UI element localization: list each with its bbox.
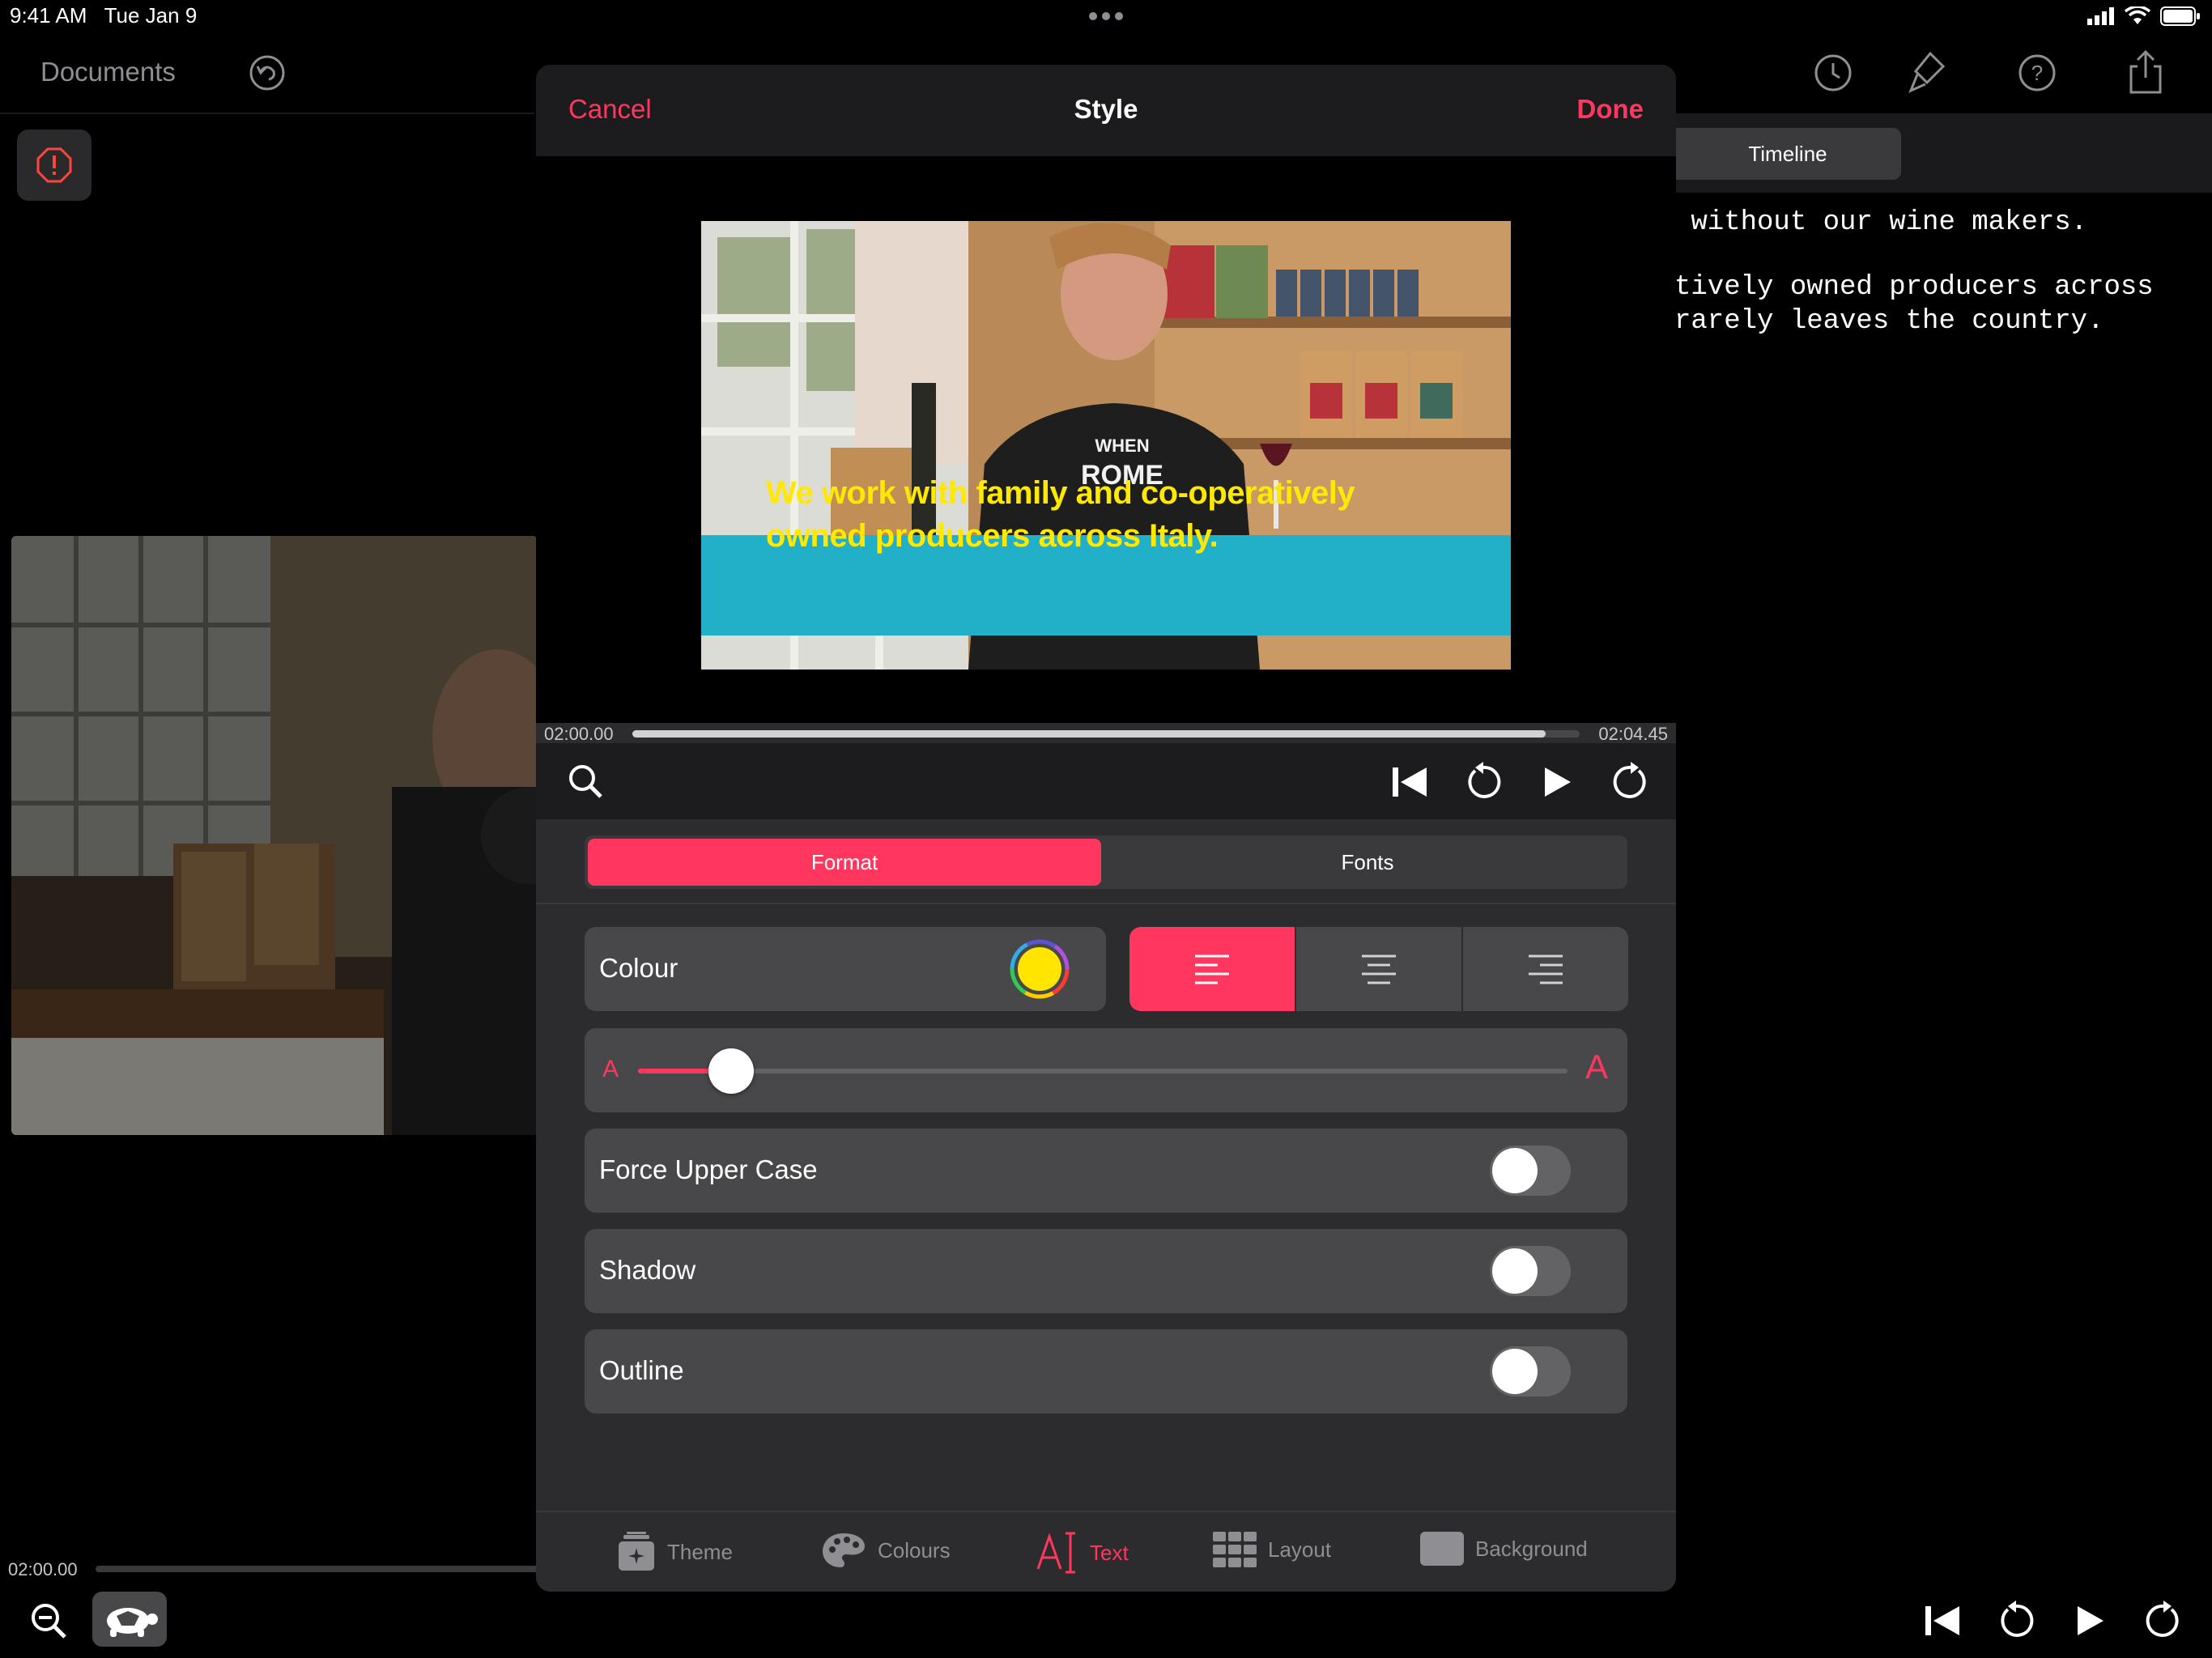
undo-icon[interactable] xyxy=(248,53,287,92)
script-line-3[interactable]: rarely leaves the country. xyxy=(1674,306,2104,337)
status-date: Tue Jan 9 xyxy=(104,3,198,28)
background-video-preview xyxy=(11,536,538,1135)
align-right-icon xyxy=(1527,953,1564,985)
header-divider xyxy=(0,113,534,114)
script-line-1[interactable]: without our wine makers. xyxy=(1674,207,2087,238)
wifi-icon xyxy=(2125,6,2150,26)
force-upper-case-toggle[interactable] xyxy=(1490,1146,1571,1196)
background-timestamp: 02:00.00 xyxy=(8,1559,78,1579)
skip-to-start-icon[interactable] xyxy=(1924,1605,1961,1637)
status-clock: 9:41 AM xyxy=(10,3,87,28)
toggle-knob xyxy=(1492,1148,1538,1193)
align-left-button[interactable] xyxy=(1129,927,1295,1011)
bottom-toolbar xyxy=(0,1583,2212,1658)
force-upper-case-row[interactable]: Force Upper Case xyxy=(585,1129,1627,1213)
status-indicators xyxy=(2087,6,2201,26)
colour-label: Colour xyxy=(599,953,678,983)
shadow-toggle[interactable] xyxy=(1490,1246,1571,1296)
done-button[interactable]: Done xyxy=(1577,94,1644,125)
tab-fonts[interactable]: Fonts xyxy=(1111,839,1624,886)
playback-progress xyxy=(632,730,1546,738)
theme-icon xyxy=(617,1532,656,1572)
text-size-slider[interactable] xyxy=(638,1069,1568,1073)
multitasking-dots-icon[interactable] xyxy=(1088,11,1124,21)
text-alignment-control xyxy=(1129,927,1628,1011)
outline-toggle[interactable] xyxy=(1490,1346,1571,1397)
documents-button[interactable]: Documents xyxy=(40,57,176,87)
caption-line-2: owned producers across Italy. xyxy=(766,518,1219,554)
tab-text[interactable]: Text xyxy=(1036,1532,1129,1574)
alert-octagon-icon xyxy=(35,146,74,185)
colour-swatch[interactable] xyxy=(1009,938,1070,1000)
palette-icon xyxy=(821,1532,866,1569)
tab-background[interactable]: Background xyxy=(1420,1532,1588,1566)
force-upper-case-label: Force Upper Case xyxy=(599,1154,818,1184)
tab-layout-label: Layout xyxy=(1268,1537,1332,1562)
modal-title: Style xyxy=(1074,94,1138,124)
player-controls xyxy=(536,743,1676,819)
align-left-icon xyxy=(1193,953,1231,985)
history-icon[interactable] xyxy=(1812,52,1854,94)
align-right-button[interactable] xyxy=(1463,927,1628,1011)
play-icon[interactable] xyxy=(2074,1605,2107,1637)
format-fonts-segmented-control: Format Fonts xyxy=(585,835,1627,889)
brush-icon[interactable] xyxy=(1906,50,1948,96)
tab-colours[interactable]: Colours xyxy=(821,1532,951,1569)
timeline-tab[interactable]: Timeline xyxy=(1674,128,1901,180)
tab-theme-label: Theme xyxy=(667,1539,733,1564)
background-icon xyxy=(1420,1532,1464,1566)
outline-label: Outline xyxy=(599,1355,684,1385)
turtle-icon xyxy=(99,1601,160,1637)
play-icon[interactable] xyxy=(1542,766,1574,798)
outline-row[interactable]: Outline xyxy=(585,1329,1627,1414)
skip-to-start-icon[interactable] xyxy=(1391,766,1428,798)
style-modal: Cancel Style Done WHEN ROME We work with… xyxy=(536,65,1676,1592)
section-divider xyxy=(536,903,1676,904)
caption-preview: WHEN ROME We work with family and co-ope… xyxy=(536,156,1676,723)
cellular-signal-icon xyxy=(2087,7,2115,25)
tab-colours-label: Colours xyxy=(878,1537,951,1562)
shirt-text-when: WHEN xyxy=(1095,436,1149,456)
colour-row[interactable]: Colour xyxy=(585,927,1106,1011)
share-icon[interactable] xyxy=(2126,49,2165,96)
grid-icon xyxy=(1213,1532,1257,1567)
warning-button[interactable] xyxy=(17,130,91,201)
toggle-knob xyxy=(1492,1248,1538,1294)
battery-icon xyxy=(2160,6,2201,26)
tab-layout[interactable]: Layout xyxy=(1213,1532,1331,1567)
shadow-row[interactable]: Shadow xyxy=(585,1229,1627,1313)
style-tab-bar: Theme Colours Text Layout Background xyxy=(536,1511,1676,1592)
align-center-button[interactable] xyxy=(1296,927,1461,1011)
tab-format[interactable]: Format xyxy=(588,839,1101,886)
slow-playback-button[interactable] xyxy=(92,1592,167,1647)
forward-icon[interactable] xyxy=(1610,761,1652,803)
caption-line-1: We work with family and co-operatively xyxy=(766,475,1355,511)
svg-text:?: ? xyxy=(2031,61,2043,85)
video-frame: WHEN ROME xyxy=(701,221,1511,670)
status-time: 9:41 AM Tue Jan 9 xyxy=(10,3,197,28)
size-min-label: A xyxy=(602,1056,619,1082)
rewind-icon[interactable] xyxy=(1995,1600,2037,1642)
playback-scrubber[interactable] xyxy=(632,730,1580,738)
text-size-slider-knob[interactable] xyxy=(708,1048,754,1094)
tab-text-label: Text xyxy=(1090,1540,1129,1565)
script-line-2[interactable]: tively owned producers across xyxy=(1674,272,2154,303)
tab-theme[interactable]: Theme xyxy=(617,1532,733,1572)
caption-text: We work with family and co-operatively o… xyxy=(766,472,1355,558)
background-progress-track[interactable] xyxy=(96,1566,539,1572)
text-cursor-icon xyxy=(1036,1532,1078,1574)
rewind-icon[interactable] xyxy=(1462,761,1504,803)
time-start: 02:00.00 xyxy=(544,724,614,744)
help-icon[interactable]: ? xyxy=(2016,52,2058,94)
search-icon[interactable] xyxy=(567,763,604,800)
time-end: 02:04.45 xyxy=(1598,724,1668,744)
align-center-icon xyxy=(1360,953,1397,985)
forward-icon[interactable] xyxy=(2142,1600,2184,1642)
zoom-out-icon[interactable] xyxy=(29,1601,68,1640)
toggle-knob xyxy=(1492,1349,1538,1394)
size-max-label: A xyxy=(1585,1048,1609,1086)
tab-background-label: Background xyxy=(1475,1536,1588,1561)
shadow-label: Shadow xyxy=(599,1255,696,1285)
